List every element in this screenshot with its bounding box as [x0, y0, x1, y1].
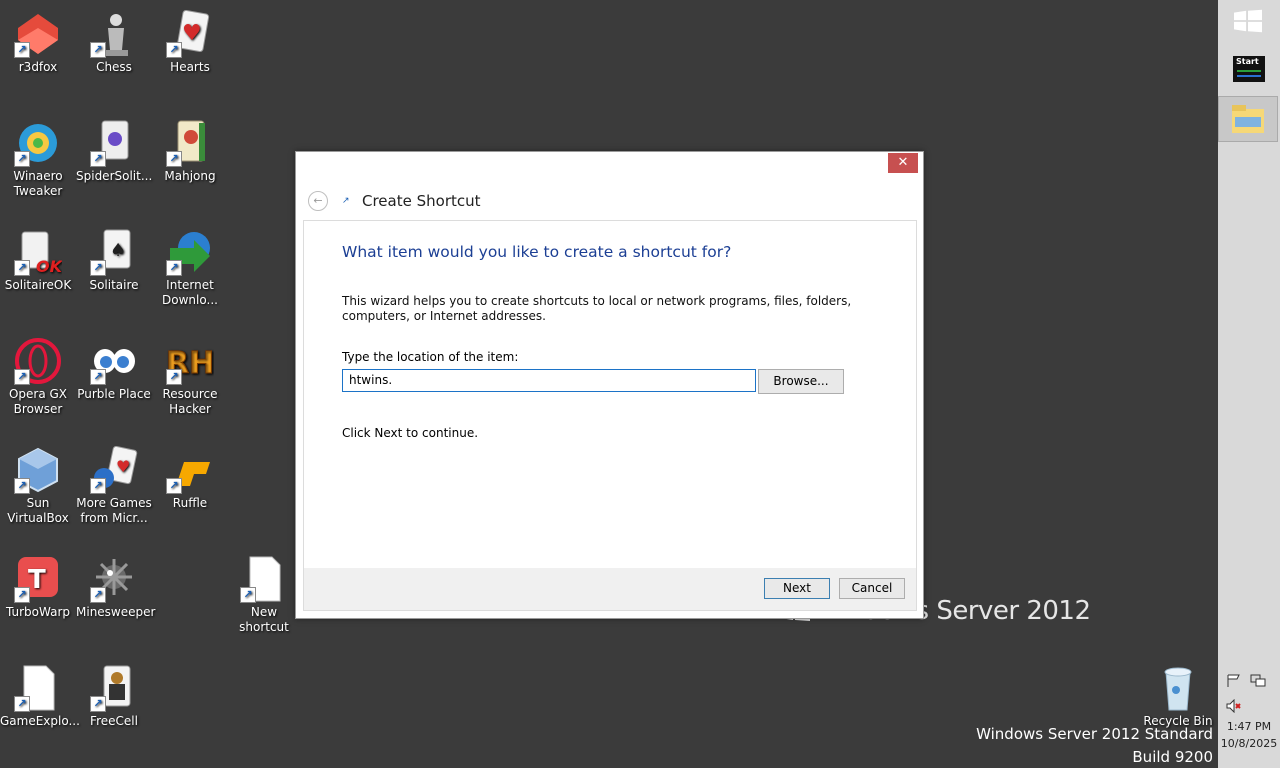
volume-muted-icon[interactable]	[1226, 698, 1242, 714]
svg-text:♠: ♠	[110, 240, 126, 261]
desktop-icon-label: Chess	[96, 60, 132, 74]
desktop-icon-chess[interactable]: ↗ Chess	[76, 6, 152, 75]
desktop-icon-freecell[interactable]: ↗ FreeCell	[76, 660, 152, 729]
desktop-icon-label: Hearts	[170, 60, 210, 74]
svg-text:♥: ♥	[182, 21, 202, 46]
desktop-icon-label: Internet Downlo...	[162, 278, 218, 307]
desktop-icon-spider-solitaire[interactable]: ↗ SpiderSolit...	[76, 115, 152, 184]
windows-start-button[interactable]	[1218, 0, 1280, 44]
location-input[interactable]	[342, 369, 756, 392]
svg-text:OK: OK	[36, 257, 62, 276]
create-shortcut-dialog: ✕ ← ↗ Create Shortcut What item would yo…	[295, 151, 924, 619]
next-button[interactable]: Next	[764, 578, 830, 599]
charm-bar: Start 1:47 PM 10/8/2025	[1218, 0, 1280, 768]
desktop-icon-label: More Games from Micr...	[76, 496, 152, 525]
browse-button[interactable]: Browse...	[758, 369, 844, 394]
desktop-icon-label: FreeCell	[90, 714, 138, 728]
desktop-icon-winaero[interactable]: ↗ Winaero Tweaker	[0, 115, 76, 199]
system-build: Build 9200	[1132, 748, 1213, 766]
shortcut-icon: ↗	[342, 196, 350, 206]
desktop-icon-recycle-bin[interactable]: Recycle Bin	[1140, 660, 1216, 729]
network-icon[interactable]	[1250, 673, 1266, 687]
freecell-icon: ↗	[90, 664, 138, 712]
turbowarp-icon: T ↗	[14, 555, 62, 603]
desktop-icon-new-shortcut[interactable]: ↗ New shortcut	[226, 551, 302, 635]
system-edition: Windows Server 2012 Standard	[976, 725, 1213, 743]
recycle-bin-icon	[1154, 664, 1202, 712]
solitaire-icon: ♠ ↗	[90, 228, 138, 276]
desktop-icon-label: GameExplo...	[0, 714, 80, 728]
desktop-icon-label: SolitaireOK	[4, 278, 72, 292]
location-label: Type the location of the item:	[342, 350, 519, 364]
new-shortcut-icon: ↗	[240, 555, 288, 603]
file-explorer-button[interactable]	[1218, 96, 1278, 142]
desktop-icon-label: New shortcut	[239, 605, 289, 634]
more-games-icon: ♥ ↗	[90, 445, 138, 494]
desktop-icon-purble-place[interactable]: ↗ Purble Place	[76, 333, 152, 402]
desktop-icon-label: Solitaire	[89, 278, 139, 292]
clock-date[interactable]: 10/8/2025	[1218, 737, 1280, 750]
spider-solitaire-icon: ↗	[90, 119, 138, 167]
wizard-description: This wizard helps you to create shortcut…	[342, 294, 852, 323]
action-center-flag-icon[interactable]	[1226, 673, 1242, 687]
dialog-header: ← ↗ Create Shortcut	[308, 188, 481, 214]
r3dfox-icon: ↗	[14, 10, 62, 58]
desktop-icon-minesweeper[interactable]: ↗ Minesweeper	[76, 551, 156, 620]
desktop-icon-label: Opera GX Browser	[8, 387, 68, 416]
winaero-tweaker-icon: ↗	[14, 119, 62, 167]
hearts-icon: ♥ ↗	[166, 10, 214, 58]
clock-time[interactable]: 1:47 PM	[1218, 720, 1280, 733]
desktop-icon-label: SpiderSolit...	[76, 169, 153, 183]
ruffle-icon: ↗	[166, 446, 214, 494]
continue-text: Click Next to continue.	[342, 426, 479, 440]
start-tile-icon: Start	[1233, 56, 1265, 82]
desktop-icon-label: Resource Hacker	[162, 387, 218, 416]
desktop-icon-internet-download-manager[interactable]: ↗ Internet Downlo...	[152, 224, 228, 308]
wizard-panel: What item would you like to create a sho…	[303, 220, 917, 570]
internet-download-manager-icon: ↗	[166, 228, 214, 276]
desktop-icon-r3dfox[interactable]: ↗ r3dfox	[0, 6, 76, 75]
back-arrow-icon[interactable]: ←	[308, 191, 328, 211]
wizard-question: What item would you like to create a sho…	[342, 243, 732, 261]
desktop-icon-opera-gx[interactable]: ↗ Opera GX Browser	[0, 333, 76, 417]
desktop-icon-turbowarp[interactable]: T ↗ TurboWarp	[0, 551, 76, 620]
minesweeper-icon: ↗	[90, 555, 138, 603]
desktop-icon-label: Sun VirtualBox	[7, 496, 69, 525]
desktop-icon-ruffle[interactable]: ↗ Ruffle	[152, 442, 228, 511]
desktop-icon-virtualbox[interactable]: ↗ Sun VirtualBox	[0, 442, 76, 526]
solitaireok-icon: OK ↗	[14, 228, 64, 276]
svg-text:T: T	[28, 565, 46, 595]
dialog-title: Create Shortcut	[362, 192, 481, 210]
purble-place-icon: ↗	[90, 337, 138, 385]
desktop-icon-hearts[interactable]: ♥ ↗ Hearts	[152, 6, 228, 75]
folder-icon	[1232, 105, 1264, 133]
cancel-button[interactable]: Cancel	[839, 578, 905, 599]
close-button[interactable]: ✕	[888, 153, 918, 173]
virtualbox-icon: ↗	[14, 446, 62, 494]
desktop-icon-solitaire[interactable]: ♠ ↗ Solitaire	[76, 224, 152, 293]
dialog-footer: Next Cancel	[303, 568, 917, 611]
desktop-icon-label: Purble Place	[77, 387, 151, 401]
desktop-icon-label: Ruffle	[172, 496, 208, 510]
desktop-icon-game-explorer[interactable]: ↗ GameExplo...	[0, 660, 80, 729]
desktop-icon-label: Winaero Tweaker	[13, 169, 63, 198]
resource-hacker-icon: RH ↗	[166, 346, 215, 385]
desktop-icon-resource-hacker[interactable]: RH ↗ Resource Hacker	[152, 333, 228, 417]
mahjong-icon: ↗	[166, 119, 214, 167]
desktop-icon-mahjong[interactable]: ↗ Mahjong	[152, 115, 228, 184]
start-menu-tile[interactable]: Start	[1218, 50, 1280, 94]
desktop-icon-label: Minesweeper	[76, 605, 156, 619]
windows-logo-icon	[1234, 9, 1262, 33]
opera-gx-icon: ↗	[14, 337, 62, 385]
svg-text:♥: ♥	[116, 457, 130, 476]
desktop-icon-more-games[interactable]: ♥ ↗ More Games from Micr...	[76, 442, 152, 526]
desktop-icon-label: Mahjong	[164, 169, 216, 183]
chess-icon: ↗	[90, 10, 138, 58]
desktop-icon-label: r3dfox	[18, 60, 58, 74]
desktop-icon-solitaireok[interactable]: OK ↗ SolitaireOK	[0, 224, 76, 293]
desktop-icon-label: TurboWarp	[5, 605, 70, 619]
game-explorer-icon: ↗	[14, 664, 62, 712]
